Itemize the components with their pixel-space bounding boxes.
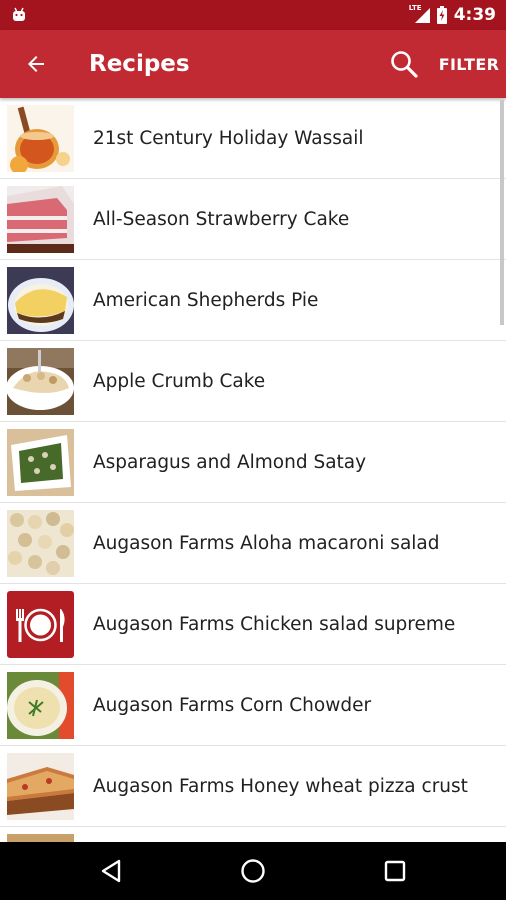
circle-home-icon [241, 859, 265, 883]
recipe-thumbnail [7, 753, 74, 820]
app-bar: Recipes FILTER [0, 30, 506, 98]
nav-home-button[interactable] [228, 846, 278, 896]
recipe-list-item[interactable]: 21st Century Holiday Wassail [0, 98, 506, 179]
status-indicators: LTE 4:39 [409, 0, 496, 30]
list-scrollbar[interactable] [500, 100, 504, 325]
battery-icon [436, 6, 447, 24]
recipe-thumbnail [7, 186, 74, 253]
recipe-name: All-Season Strawberry Cake [93, 209, 350, 230]
triangle-back-icon [101, 859, 121, 883]
recipe-list-item[interactable]: Augason Farms Honey wheat pizza crust [0, 746, 506, 827]
recipe-list-item[interactable]: All-Season Strawberry Cake [0, 179, 506, 260]
recipe-list-item[interactable]: Augason Farms Aloha macaroni salad [0, 503, 506, 584]
filter-button[interactable]: FILTER [436, 42, 502, 86]
navigation-bar [0, 842, 506, 900]
recipe-list-item[interactable]: Asparagus and Almond Satay [0, 422, 506, 503]
square-recents-icon [384, 860, 406, 882]
recipe-name: Augason Farms Honey wheat pizza crust [93, 776, 468, 797]
recipe-list-item[interactable]: Augason Farms Corn Chowder [0, 665, 506, 746]
recipe-name: Apple Crumb Cake [93, 371, 266, 392]
recipe-name: Asparagus and Almond Satay [93, 452, 367, 473]
recipe-name: Augason Farms Chicken salad supreme [93, 614, 456, 635]
recipe-list-item[interactable]: Augason Farms Chicken salad supreme [0, 584, 506, 665]
android-notification-icon [13, 7, 25, 21]
recipe-list-item[interactable]: American Shepherds Pie [0, 260, 506, 341]
status-clock: 4:39 [453, 5, 496, 25]
search-button[interactable] [382, 42, 426, 86]
recipe-thumbnail [7, 834, 74, 842]
nav-recents-button[interactable] [370, 846, 420, 896]
recipe-list[interactable]: 21st Century Holiday Wassail All-Season … [0, 98, 506, 842]
recipe-thumbnail [7, 429, 74, 496]
page-title: Recipes [89, 51, 190, 77]
recipe-list-item[interactable] [0, 827, 506, 842]
recipe-list-item[interactable]: Apple Crumb Cake [0, 341, 506, 422]
recipe-thumbnail [7, 672, 74, 739]
plate-cutlery-icon [7, 591, 74, 658]
recipe-thumbnail [7, 348, 74, 415]
recipe-name: Augason Farms Aloha macaroni salad [93, 533, 440, 554]
signal-icon: LTE [409, 4, 431, 24]
recipe-thumbnail [7, 267, 74, 334]
recipe-thumbnail [7, 510, 74, 577]
recipe-name: 21st Century Holiday Wassail [93, 128, 364, 149]
status-bar: LTE 4:39 [0, 0, 506, 30]
back-button[interactable] [14, 42, 58, 86]
nav-back-button[interactable] [86, 846, 136, 896]
arrow-back-icon [28, 56, 44, 72]
recipe-name: Augason Farms Corn Chowder [93, 695, 372, 716]
search-icon [391, 51, 418, 78]
recipe-name: American Shepherds Pie [93, 290, 319, 311]
recipe-thumbnail [7, 105, 74, 172]
